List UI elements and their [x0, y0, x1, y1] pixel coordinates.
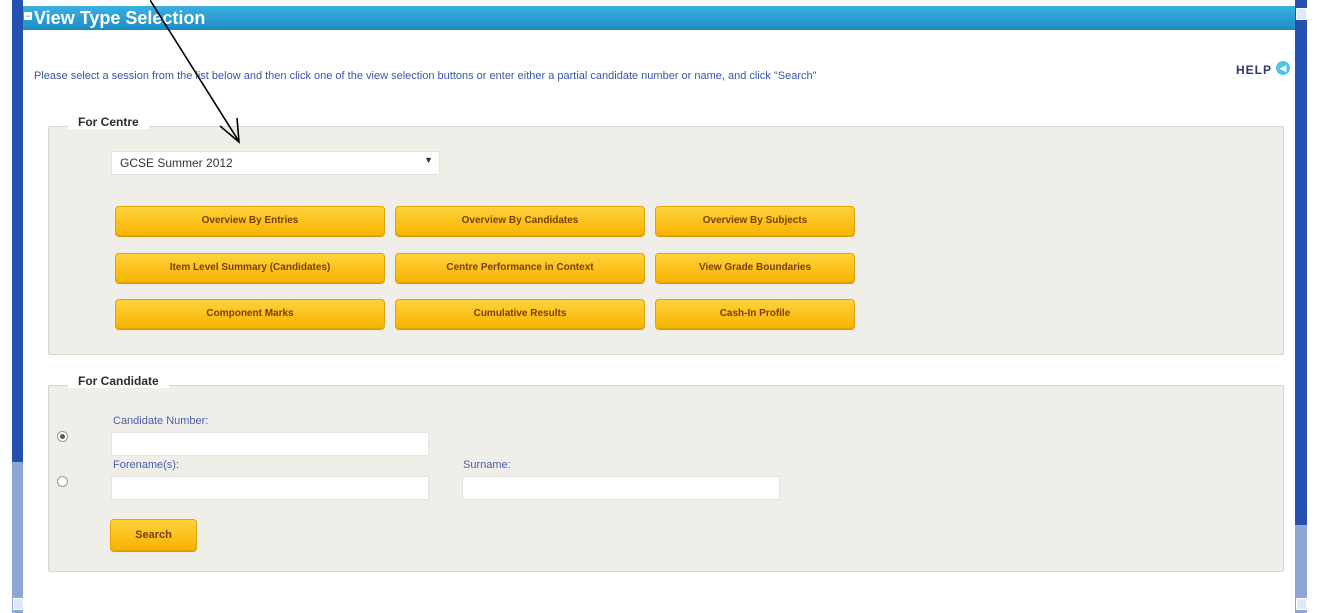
- overview-by-candidates-button[interactable]: Overview By Candidates: [395, 206, 645, 236]
- radio-selected-dot: [60, 434, 65, 439]
- right-margin: [1307, 0, 1317, 613]
- search-button[interactable]: Search: [110, 519, 197, 551]
- help-link[interactable]: HELP: [1236, 63, 1272, 77]
- candidate-number-input[interactable]: [111, 432, 429, 456]
- chevron-down-icon[interactable]: ▼: [424, 155, 433, 165]
- forename-label: Forename(s):: [113, 459, 180, 471]
- session-selected-value: GCSE Summer 2012: [120, 156, 233, 170]
- forename-input[interactable]: [111, 476, 429, 500]
- item-level-summary-button[interactable]: Item Level Summary (Candidates): [115, 253, 385, 283]
- annotation-arrow-shaft: [150, 0, 239, 141]
- left-margin: [0, 0, 12, 613]
- surname-label: Surname:: [463, 459, 511, 471]
- view-grade-boundaries-button[interactable]: View Grade Boundaries: [655, 253, 855, 283]
- scroll-down-button[interactable]: [1296, 598, 1307, 610]
- component-marks-button[interactable]: Component Marks: [115, 299, 385, 329]
- centre-performance-button[interactable]: Centre Performance in Context: [395, 253, 645, 283]
- left-scrollbar-thumb[interactable]: [12, 462, 23, 613]
- candidate-number-radio[interactable]: [57, 431, 68, 442]
- session-select[interactable]: GCSE Summer 2012 ▼: [111, 151, 440, 175]
- cash-in-profile-button[interactable]: Cash-In Profile: [655, 299, 855, 329]
- surname-input[interactable]: [462, 476, 780, 500]
- right-window-frame: [1295, 0, 1307, 613]
- maximize-button[interactable]: [1296, 8, 1307, 20]
- collapse-icon[interactable]: −: [24, 12, 32, 21]
- candidate-number-label: Candidate Number:: [113, 415, 209, 427]
- name-radio[interactable]: [57, 476, 68, 487]
- for-centre-legend: For Centre: [68, 115, 149, 129]
- overview-by-subjects-button[interactable]: Overview By Subjects: [655, 206, 855, 236]
- cumulative-results-button[interactable]: Cumulative Results: [395, 299, 645, 329]
- annotation-arrow: [150, 0, 240, 144]
- overview-by-entries-button[interactable]: Overview By Entries: [115, 206, 385, 236]
- speaker-icon[interactable]: ◀: [1276, 61, 1290, 75]
- for-candidate-legend: For Candidate: [68, 374, 169, 388]
